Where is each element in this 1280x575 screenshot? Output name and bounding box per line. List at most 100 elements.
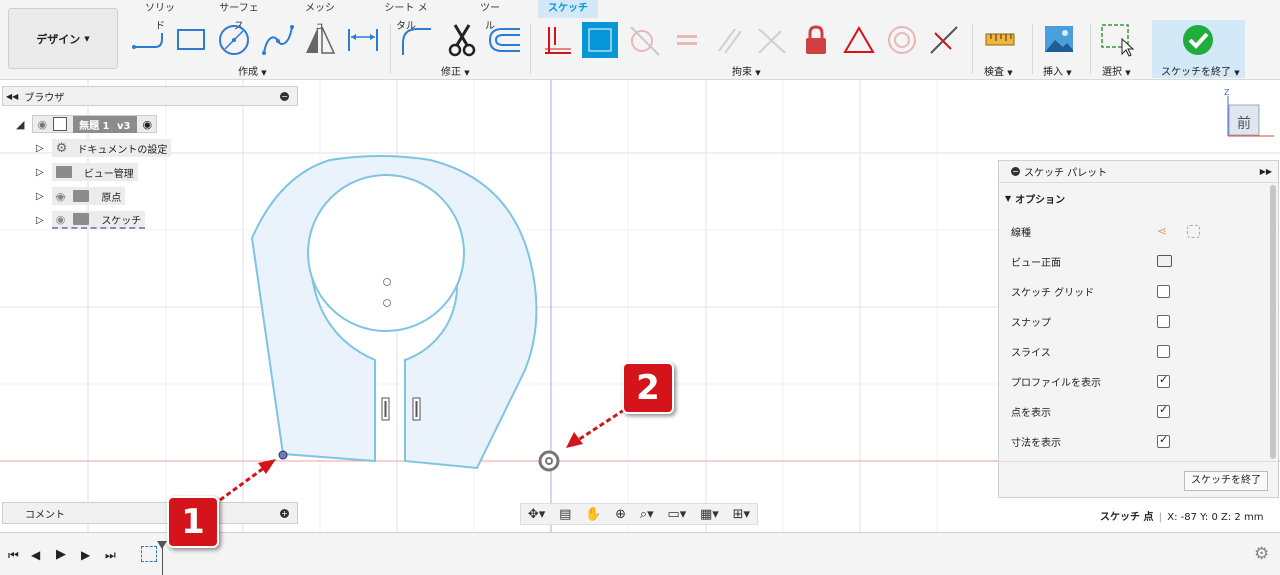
palette-row-look-at: ビュー正面 <box>1011 251 1261 271</box>
tab-surface[interactable]: サーフェス <box>210 0 268 32</box>
expand-triangle-icon[interactable]: ▷ <box>36 191 44 202</box>
expand-double-arrow-icon[interactable]: ▶▶ <box>1260 167 1272 176</box>
sketch-point[interactable] <box>278 450 288 460</box>
workspace-switcher-button[interactable]: デザイン ▼ <box>8 8 118 69</box>
step-back-icon[interactable]: ◀ <box>31 548 40 562</box>
palette-header[interactable]: − スケッチ パレット ▶▶ <box>999 161 1278 183</box>
line-tool-button[interactable] <box>130 22 166 58</box>
view-cube[interactable]: Z 前 <box>1218 88 1278 148</box>
look-at-icon[interactable]: ▤ <box>559 507 571 522</box>
inspect-group-label[interactable]: 検査 ▼ <box>984 63 1013 78</box>
linetype-icon[interactable]: ⋖ <box>1157 224 1167 238</box>
browser-header[interactable]: ◀◀ ブラウザ − <box>2 86 298 106</box>
look-at-icon[interactable] <box>1157 255 1172 267</box>
tree-item-document-settings[interactable]: ▷ ⚙ ドキュメントの設定 <box>36 139 172 157</box>
construction-line-icon[interactable] <box>1187 224 1200 238</box>
orbit-icon[interactable]: ✥▾ <box>528 507 545 522</box>
chevron-down-icon: ▼ <box>1125 69 1131 77</box>
plus-circle-icon[interactable]: + <box>280 508 289 518</box>
snap-checkbox[interactable] <box>1157 314 1170 328</box>
collapse-double-arrow-icon[interactable]: ◀◀ <box>6 92 18 101</box>
equal-constraint-button[interactable] <box>669 22 705 58</box>
modify-group-label[interactable]: 修正 ▼ <box>441 63 470 78</box>
finish-sketch-group-label[interactable]: スケッチを終了 ▼ <box>1161 63 1240 78</box>
skip-to-start-icon[interactable]: ⏮ <box>8 548 19 563</box>
view-cube-front-face[interactable]: 前 <box>1229 113 1259 133</box>
chevron-down-icon: ▼ <box>1234 69 1240 77</box>
fix-constraint-button[interactable] <box>582 22 618 58</box>
sketch-feature-icon[interactable] <box>141 546 157 562</box>
show-points-checkbox[interactable]: ✓ <box>1157 403 1170 418</box>
show-dimensions-checkbox[interactable]: ✓ <box>1157 433 1170 448</box>
tree-root[interactable]: ◢ ◉ 無題 1 v3 ◉ <box>16 115 158 133</box>
minus-circle-icon[interactable]: − <box>1011 167 1020 176</box>
tab-sketch[interactable]: スケッチ <box>538 0 598 18</box>
slice-checkbox[interactable] <box>1157 344 1170 358</box>
tab-solid[interactable]: ソリッド <box>136 0 184 32</box>
tree-item-origin[interactable]: ▷ ◉ 原点 <box>36 187 126 205</box>
circle-tool-button[interactable] <box>216 22 252 58</box>
eye-icon[interactable]: ◉ <box>56 213 66 226</box>
offset-tool-button[interactable] <box>486 22 522 58</box>
viewports-icon[interactable]: ⊞▾ <box>733 507 750 522</box>
status-bar: スケッチ 点 | X: -87 Y: 0 Z: 2 mm <box>1100 512 1264 523</box>
radio-target-icon[interactable]: ◉ <box>143 118 153 131</box>
display-settings-icon[interactable]: ▭▾ <box>667 507 686 522</box>
constraints-group-label[interactable]: 拘束 ▼ <box>732 63 761 78</box>
create-group-label[interactable]: 作成 ▼ <box>238 63 267 78</box>
pan-hand-icon[interactable]: ✋ <box>585 507 601 522</box>
show-profile-checkbox[interactable]: ✓ <box>1157 373 1170 388</box>
eye-icon[interactable]: ◉ <box>37 118 47 131</box>
eye-hidden-icon[interactable]: ◉ <box>56 190 66 203</box>
callout-arrow-2 <box>577 408 625 442</box>
palette-row-show-points: 点を表示 ✓ <box>1011 401 1261 421</box>
tree-item-sketch[interactable]: ▷ ◉ スケッチ <box>36 211 146 229</box>
triangle-constraint-button[interactable] <box>841 22 877 58</box>
minus-circle-icon[interactable]: − <box>280 91 289 101</box>
dimension-tool-button[interactable] <box>345 22 381 58</box>
step-forward-icon[interactable]: ▶ <box>81 548 90 562</box>
rectangle-tool-button[interactable] <box>173 22 209 58</box>
grid-settings-icon[interactable]: ▦▾ <box>700 507 719 522</box>
expand-triangle-icon[interactable]: ◢ <box>16 118 24 131</box>
select-tool-button[interactable] <box>1099 22 1135 58</box>
select-group-label[interactable]: 選択 ▼ <box>1102 63 1131 78</box>
tab-sheet-metal[interactable]: シート メタル <box>372 0 440 32</box>
settings-gear-icon[interactable]: ⚙ <box>1254 544 1269 564</box>
skip-to-end-icon[interactable]: ⏭ <box>105 548 116 563</box>
fillet-tool-button[interactable] <box>398 22 434 58</box>
measure-tool-button[interactable] <box>982 22 1018 58</box>
insert-group-label[interactable]: 挿入 ▼ <box>1043 63 1072 78</box>
spline-tool-button[interactable] <box>260 22 296 58</box>
mirror-tool-button[interactable] <box>302 22 338 58</box>
expand-triangle-icon[interactable]: ▷ <box>36 143 44 154</box>
play-icon[interactable]: ▶ <box>56 547 66 562</box>
tab-tools[interactable]: ツール <box>468 0 512 32</box>
perpendicular-constraint-button[interactable] <box>754 22 790 58</box>
palette-row-slice: スライス <box>1011 341 1261 361</box>
tangent-constraint-button[interactable] <box>626 22 662 58</box>
lock-constraint-button[interactable] <box>798 22 834 58</box>
comment-bar[interactable]: コメント + <box>2 502 298 524</box>
tree-item-view-management[interactable]: ▷ ビュー管理 <box>36 163 138 181</box>
midpoint-constraint-button[interactable] <box>926 22 962 58</box>
fit-zoom-icon[interactable]: ⌕▾ <box>640 507 654 522</box>
sketch-grid-checkbox[interactable] <box>1157 284 1170 298</box>
finish-sketch-button[interactable] <box>1180 22 1216 58</box>
parallel-constraint-button[interactable] <box>712 22 748 58</box>
expand-triangle-icon[interactable]: ▷ <box>36 215 44 226</box>
insert-image-button[interactable] <box>1041 22 1077 58</box>
project-tool-button[interactable] <box>540 22 576 58</box>
palette-section-options[interactable]: ▼ オプション <box>1005 191 1065 206</box>
concentric-constraint-button[interactable] <box>884 22 920 58</box>
tab-mesh[interactable]: メッシュ <box>296 0 344 32</box>
finish-sketch-palette-button[interactable]: スケッチを終了 <box>1184 471 1268 491</box>
scissors-icon <box>448 24 476 57</box>
zoom-icon[interactable]: ⊕ <box>615 507 626 522</box>
expand-triangle-icon[interactable]: ▷ <box>36 167 44 178</box>
trim-tool-button[interactable] <box>444 22 480 58</box>
origin-point[interactable] <box>538 450 560 472</box>
browser-title: ブラウザ <box>24 92 65 104</box>
palette-scrollbar[interactable] <box>1270 185 1276 459</box>
palette-footer: スケッチを終了 <box>999 461 1278 497</box>
